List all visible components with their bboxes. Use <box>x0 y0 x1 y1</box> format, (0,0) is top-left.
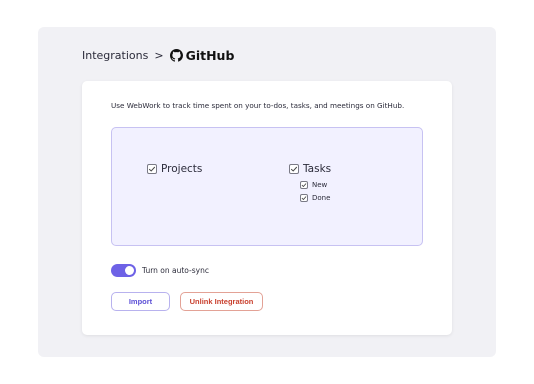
projects-label: Projects <box>161 163 203 175</box>
integration-description: Use WebWork to track time spent on your … <box>111 101 405 110</box>
tasks-label: Tasks <box>303 163 332 175</box>
breadcrumb-current: GitHub <box>169 47 235 63</box>
github-wordmark: GitHub <box>185 47 235 63</box>
breadcrumb-integrations[interactable]: Integrations <box>82 49 148 62</box>
integration-card: Use WebWork to track time spent on your … <box>82 81 452 335</box>
import-button[interactable]: Import <box>111 292 170 311</box>
toggle-knob <box>125 266 134 275</box>
new-label: New <box>312 181 328 189</box>
github-icon <box>169 48 183 62</box>
done-checkbox[interactable]: Done <box>300 194 330 202</box>
autosync-row: Turn on auto-sync <box>111 264 209 277</box>
breadcrumb: Integrations > GitHub <box>82 47 234 63</box>
done-label: Done <box>312 194 331 202</box>
check-icon <box>147 164 157 174</box>
unlink-integration-button[interactable]: Unlink Integration <box>180 292 263 311</box>
check-icon <box>300 194 308 202</box>
autosync-label: Turn on auto-sync <box>142 266 209 275</box>
breadcrumb-separator: > <box>154 48 164 62</box>
integration-page: Integrations > GitHub Use WebWork to tra… <box>38 27 496 357</box>
check-icon <box>289 164 299 174</box>
tasks-checkbox[interactable]: Tasks <box>289 163 331 175</box>
check-icon <box>300 181 308 189</box>
new-checkbox[interactable]: New <box>300 181 327 189</box>
sync-options-panel: Projects Tasks New Done <box>111 127 423 246</box>
projects-checkbox[interactable]: Projects <box>147 163 202 175</box>
autosync-toggle[interactable] <box>111 264 136 277</box>
